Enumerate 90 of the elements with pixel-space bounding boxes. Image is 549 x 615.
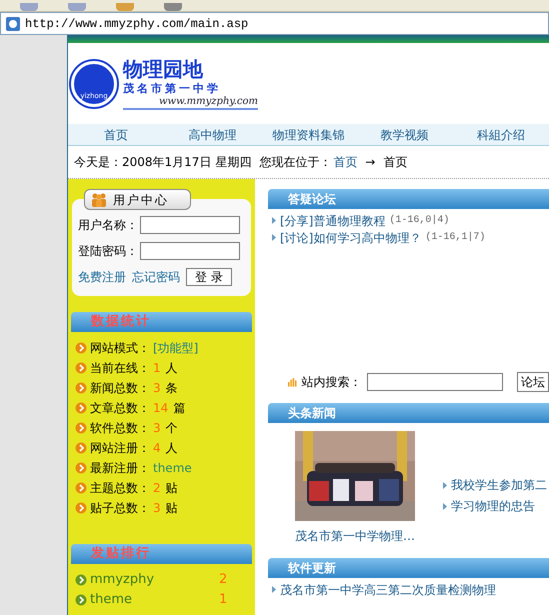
bullet-icon [272,234,276,241]
panel-title: 用户中心 [113,192,169,208]
toolbar-icon[interactable] [20,3,38,11]
stat-label: 网站注册： [90,440,150,457]
toolbar-icon[interactable] [116,3,134,11]
post-meta: (1-16,1|7) [425,230,486,245]
date-text: 今天是：2008年1月17日 星期四 [74,154,252,171]
forgot-password-link[interactable]: 忘记密码 [132,268,180,286]
stat-unit: 人 [166,360,178,377]
article-link[interactable]: 学习物理的忠告 [451,497,535,515]
stat-label: 当前在线： [90,360,150,377]
address-bar[interactable]: http://www.mmyzphy.com/main.asp [0,12,549,35]
section-header: 软件更新 [268,558,549,578]
stat-unit: 贴 [166,500,178,517]
logo-title: 物理园地 [123,56,204,82]
arrow-bullet-icon [75,442,87,454]
url-text: http://www.mmyzphy.com/main.asp [25,16,248,32]
article-link[interactable]: [分享]普通物理教程 [280,212,386,230]
bullet-icon [272,217,276,224]
user-link[interactable]: mmyzphy [90,570,216,590]
location-label: 您现在位于： [259,154,332,171]
section-header: 头条新闻 [268,403,549,423]
post-count: 1 [219,591,228,610]
page-icon [5,16,21,32]
logo-url: www.mmyzphy.com [123,96,258,110]
stat-label: 网站模式： [90,340,150,357]
bullet-icon [272,586,276,593]
bullet-icon [443,482,447,488]
arrow-bullet-icon [75,574,87,586]
arrow-bullet-icon [75,462,87,474]
stat-label: 新闻总数： [90,380,150,397]
nav-link[interactable]: 教学视频 [356,126,453,144]
stat-value: 3 [153,380,161,397]
search-label: 站内搜索： [301,374,362,391]
arrow-bullet-icon [75,594,87,606]
arrow-bullet-icon [75,342,87,354]
toolbar-icon[interactable] [68,3,86,11]
login-button[interactable]: 登 录 [186,268,232,286]
stat-unit: 贴 [166,480,178,497]
breadcrumb-arrow: → [365,154,376,171]
stat-unit: 个 [166,420,178,437]
stat-label: 贴子总数： [90,500,150,517]
bullet-icon [443,502,447,510]
password-label: 登陆密码： [78,243,139,260]
search-field[interactable] [367,373,503,391]
stat-value: 14 [153,400,168,417]
stat-unit: 篇 [173,400,186,417]
nav-link[interactable]: 首页 [68,126,164,144]
stat-label: 主题总数： [90,480,150,497]
logo-subtitle: 茂名市第一中学 [123,82,222,96]
nav-link[interactable]: 高中物理 [164,126,260,144]
stat-label: 最新注册： [90,460,150,477]
breadcrumb-current: 首页 [383,154,408,171]
stat-value: 3 [153,500,161,517]
stat-value: 2 [153,480,161,497]
stat-label: 软件总数： [90,420,150,437]
password-field[interactable] [140,242,240,260]
stat-value: 3 [153,420,161,437]
post-count: 2 [219,571,228,590]
article-link[interactable]: [讨论]如何学习高中物理？ [280,228,422,246]
section-header: 答疑论坛 [268,189,549,209]
stat-unit: 条 [166,380,178,397]
toolbar-icon[interactable] [164,3,182,11]
username-field[interactable] [140,216,240,234]
stat-unit: 人 [166,440,178,457]
username-label: 用户名称： [78,217,139,234]
photo-caption[interactable]: 茂名市第一中学物理… [295,527,443,545]
breadcrumb-link[interactable]: 首页 [333,153,358,171]
users-icon [91,192,107,206]
nav-link[interactable]: 物理资料集锦 [260,126,357,144]
nav-link[interactable]: 科組介绍 [452,126,549,144]
stat-value[interactable]: [功能型] [153,339,198,357]
bars-icon [288,376,298,388]
register-link[interactable]: 免费注册 [78,268,126,286]
arrow-bullet-icon [75,402,87,414]
forum-search-button[interactable]: 论坛 [517,372,549,392]
section-header: 数据统计 [71,312,252,332]
article-link[interactable]: 我校学生参加第二 [451,476,547,494]
arrow-bullet-icon [75,382,87,394]
arrow-bullet-icon [75,502,87,514]
stat-value: 1 [153,360,161,377]
section-header: 发贴排行 [71,544,252,564]
stat-label: 文章总数： [90,400,150,417]
arrow-bullet-icon [75,482,87,494]
post-meta: (1-16,0|4) [389,214,450,228]
stat-value: 4 [153,440,161,457]
arrow-bullet-icon [75,422,87,434]
user-link[interactable]: theme [90,590,216,610]
article-link[interactable]: 茂名市第一中学高三第二次质量检测物理 [280,580,496,598]
arrow-bullet-icon [75,362,87,374]
